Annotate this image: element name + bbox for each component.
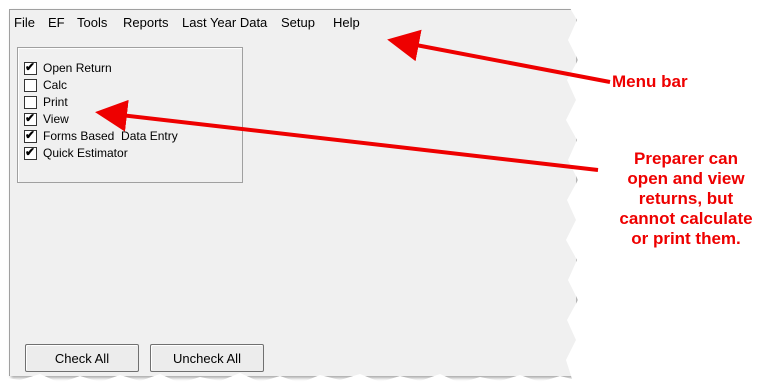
menu-bar-annotation: Menu bar [612,72,688,91]
annotation-line: returns, but [638,189,734,208]
annotation-line: or print them. [631,229,741,248]
annotation-line: open and view [627,169,745,188]
preparer-annotation: Preparer can open and view returns, but … [597,149,775,249]
annotation-line: cannot calculate [619,209,753,228]
annotation-line: Preparer can [634,149,738,168]
